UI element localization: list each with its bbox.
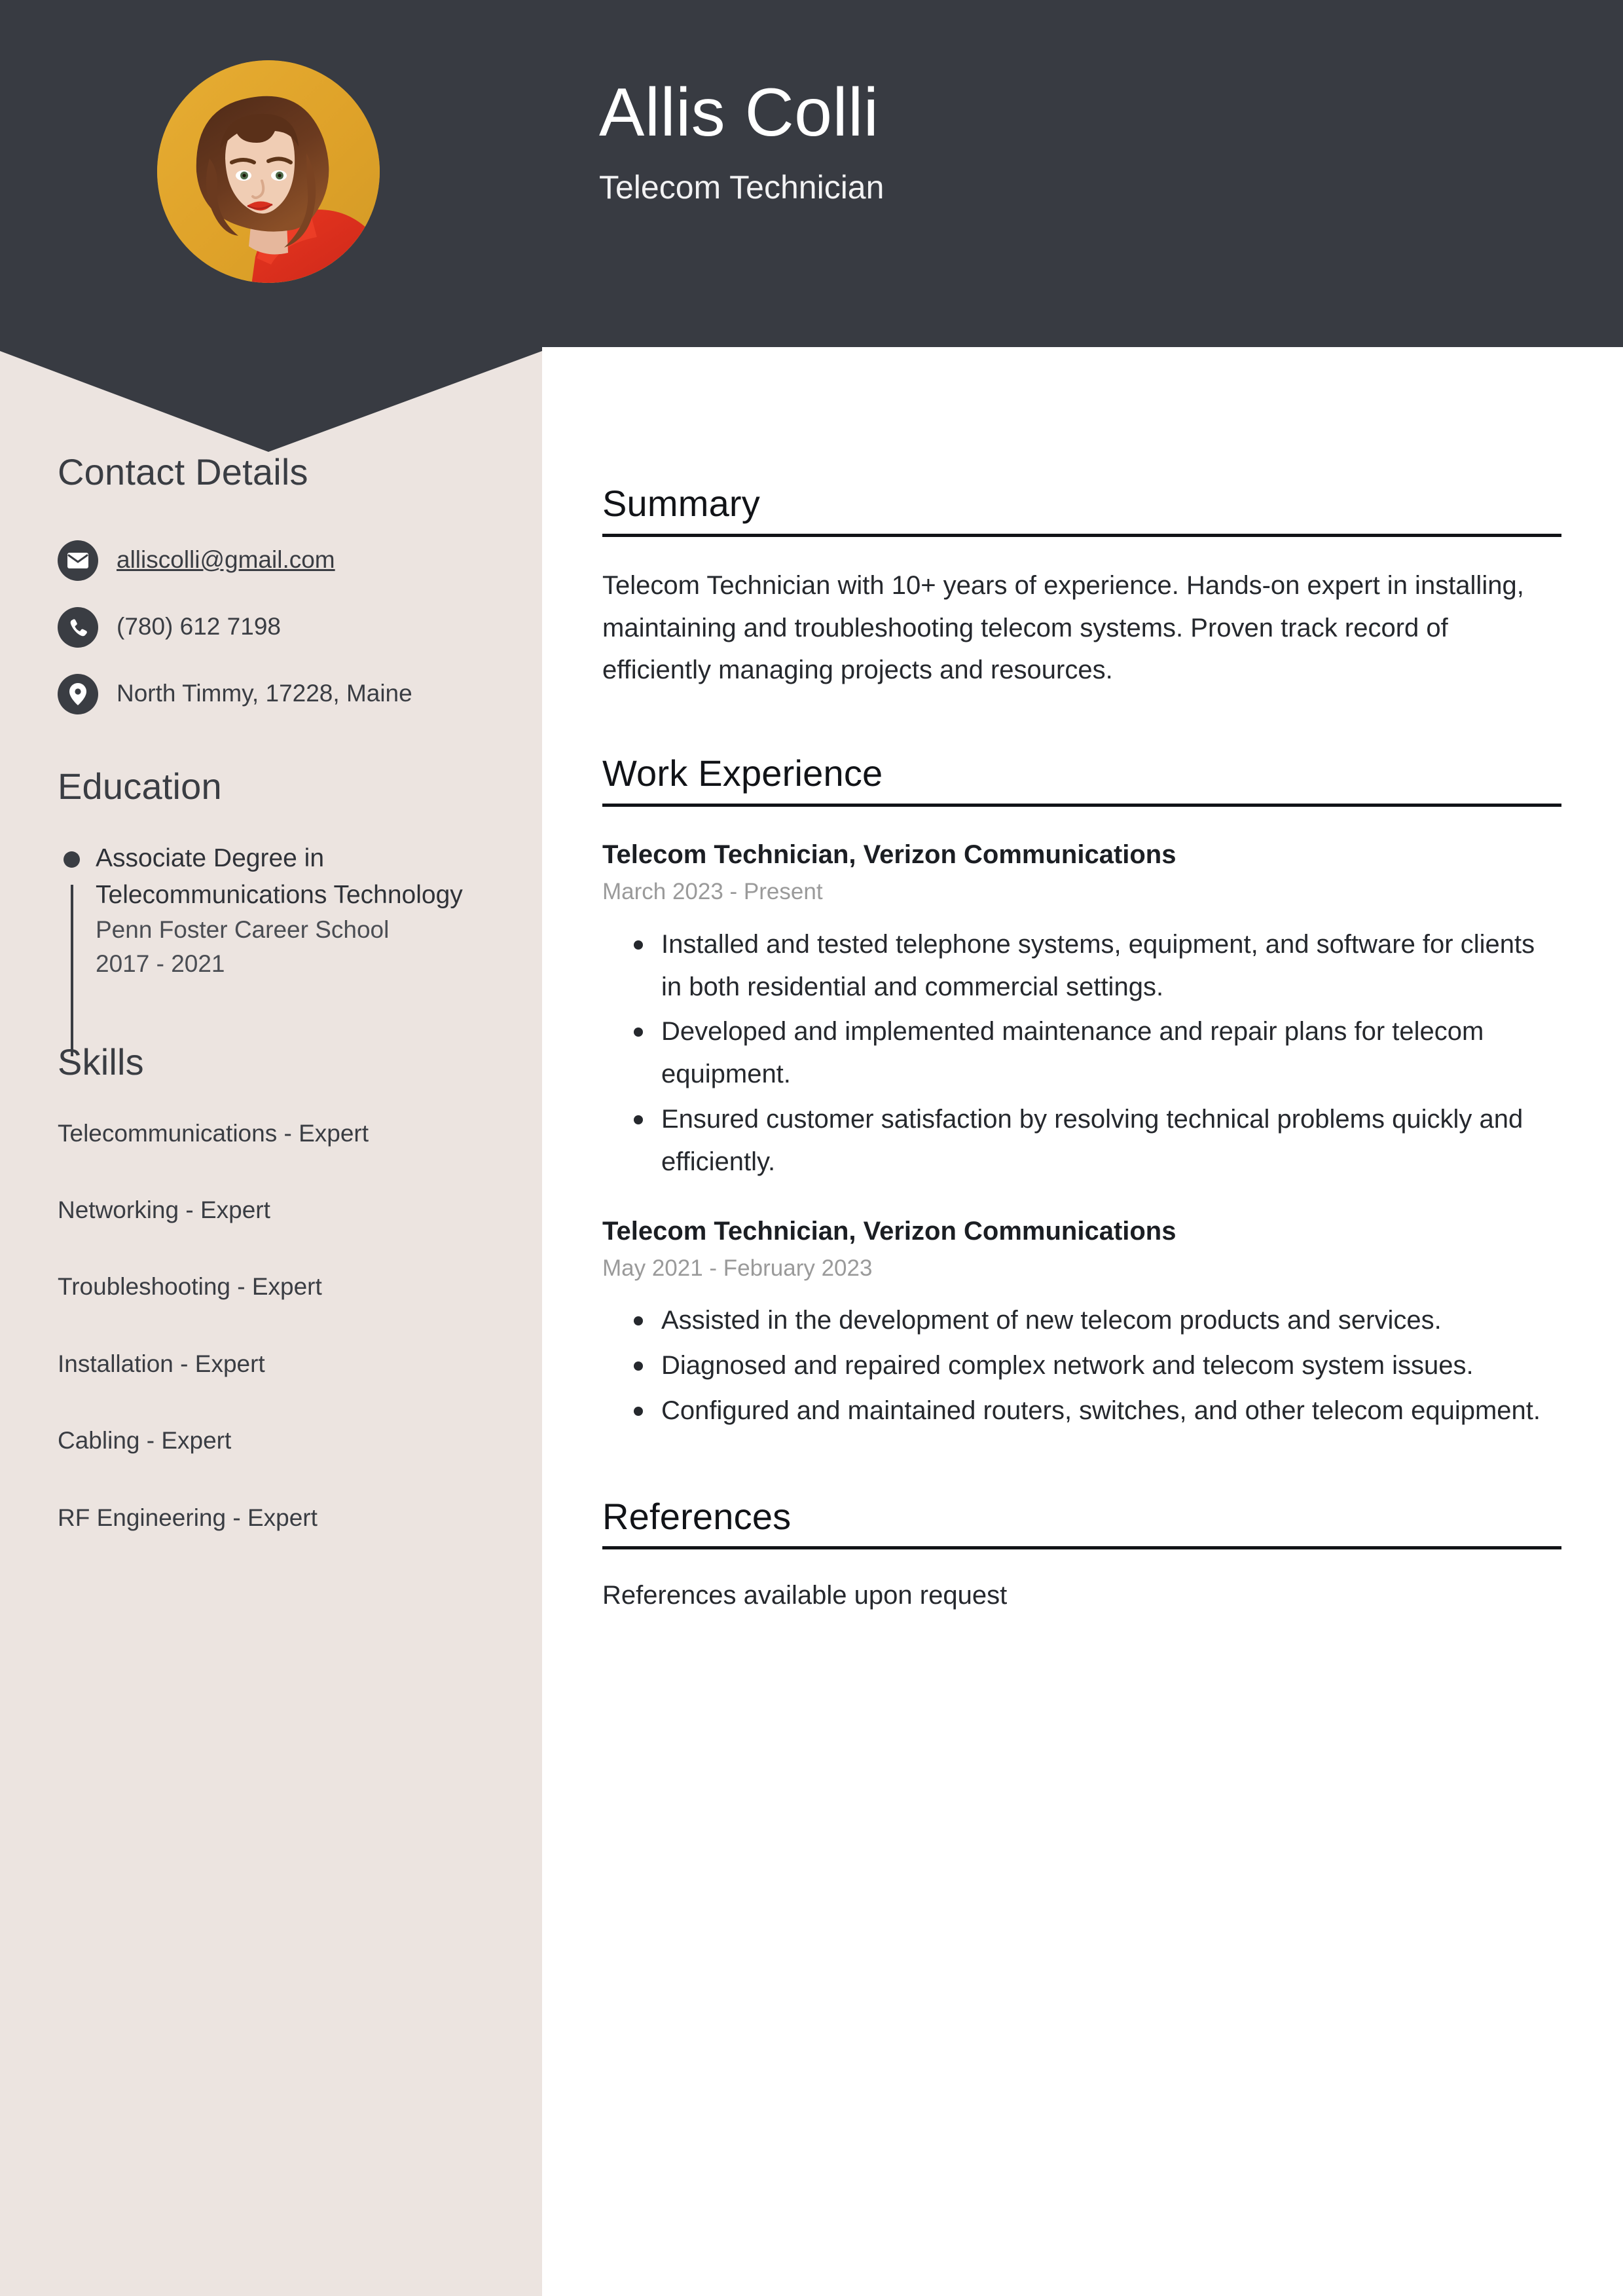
contact-item-email[interactable]: alliscolli@gmail.com (58, 540, 483, 582)
education-school: Penn Foster Career School (96, 916, 390, 943)
education-item: Associate Degree in Telecommunications T… (58, 840, 483, 1057)
skills-section: Skills Telecommunications - Expert Netwo… (58, 1042, 483, 1532)
envelope-icon (58, 540, 98, 581)
timeline-rail (71, 885, 73, 1057)
education-heading: Education (58, 765, 222, 807)
job-entry: Telecom Technician, Verizon Communicatio… (602, 838, 1561, 1183)
skill-item: Networking - Expert (58, 1196, 270, 1223)
job-bullet: Installed and tested telephone systems, … (634, 923, 1561, 1009)
resume-page: Allis Colli Telecom Technician Contact D… (0, 0, 1623, 2296)
contact-details-heading: Contact Details (58, 451, 308, 492)
summary-heading: Summary (602, 483, 760, 524)
job-bullet: Assisted in the development of new telec… (634, 1299, 1561, 1342)
skills-heading: Skills (58, 1041, 144, 1083)
sidebar: Contact Details alliscolli@gmail.com (78… (0, 452, 542, 1532)
contact-phone-value: (780) 612 7198 (117, 613, 281, 640)
contact-details-section: Contact Details alliscolli@gmail.com (78… (58, 452, 483, 715)
job-entry: Telecom Technician, Verizon Communicatio… (602, 1215, 1561, 1432)
contact-item-location: North Timmy, 17228, Maine (58, 673, 483, 715)
section-divider (602, 803, 1561, 807)
references-text: References available upon request (602, 1581, 1008, 1610)
avatar (157, 60, 380, 283)
job-bullet-list: Assisted in the development of new telec… (602, 1299, 1561, 1432)
job-title: Telecom Technician, Verizon Communicatio… (602, 840, 1176, 869)
location-pin-icon (58, 673, 98, 714)
page-title: Allis Colli (599, 75, 879, 151)
contact-list: alliscolli@gmail.com (780) 612 7198 Nort… (58, 540, 483, 715)
references-section: References References available upon req… (602, 1495, 1561, 1616)
main-content: Summary Telecom Technician with 10+ year… (602, 483, 1561, 1616)
summary-text: Telecom Technician with 10+ years of exp… (602, 570, 1524, 685)
identity-block: Allis Colli Telecom Technician (599, 77, 884, 206)
section-divider (602, 1546, 1561, 1550)
job-bullet: Developed and implemented maintenance an… (634, 1010, 1561, 1096)
section-divider (602, 533, 1561, 537)
education-dates: 2017 - 2021 (96, 950, 225, 978)
job-bullet: Diagnosed and repaired complex network a… (634, 1344, 1561, 1387)
job-title: Telecom Technician, Verizon Communicatio… (602, 1216, 1176, 1246)
skill-item: Cabling - Expert (58, 1427, 232, 1454)
work-experience-heading: Work Experience (602, 752, 883, 794)
contact-location-value: North Timmy, 17228, Maine (117, 680, 412, 707)
bullet-dot-icon (64, 851, 80, 868)
skill-item: Telecommunications - Expert (58, 1119, 369, 1147)
job-bullet: Configured and maintained routers, switc… (634, 1390, 1561, 1432)
work-experience-section: Work Experience Telecom Technician, Veri… (602, 754, 1561, 1432)
phone-icon (58, 606, 98, 648)
skill-item: Installation - Expert (58, 1350, 265, 1377)
header-job-title: Telecom Technician (599, 169, 884, 206)
references-heading: References (602, 1495, 792, 1537)
contact-email-value[interactable]: alliscolli@gmail.com (117, 546, 335, 574)
summary-section: Summary Telecom Technician with 10+ year… (602, 483, 1561, 692)
job-bullet-list: Installed and tested telephone systems, … (602, 923, 1561, 1183)
skill-item: Troubleshooting - Expert (58, 1273, 322, 1301)
job-dates: March 2023 - Present (602, 878, 823, 904)
skill-item: RF Engineering - Expert (58, 1504, 318, 1531)
portrait-photo-illustration (157, 60, 380, 283)
job-dates: May 2021 - February 2023 (602, 1255, 873, 1281)
education-section: Education Associate Degree in Telecommun… (58, 765, 483, 1057)
contact-item-phone[interactable]: (780) 612 7198 (58, 606, 483, 648)
job-bullet: Ensured customer satisfaction by resolvi… (634, 1098, 1561, 1183)
education-degree: Associate Degree in Telecommunications T… (96, 844, 463, 909)
